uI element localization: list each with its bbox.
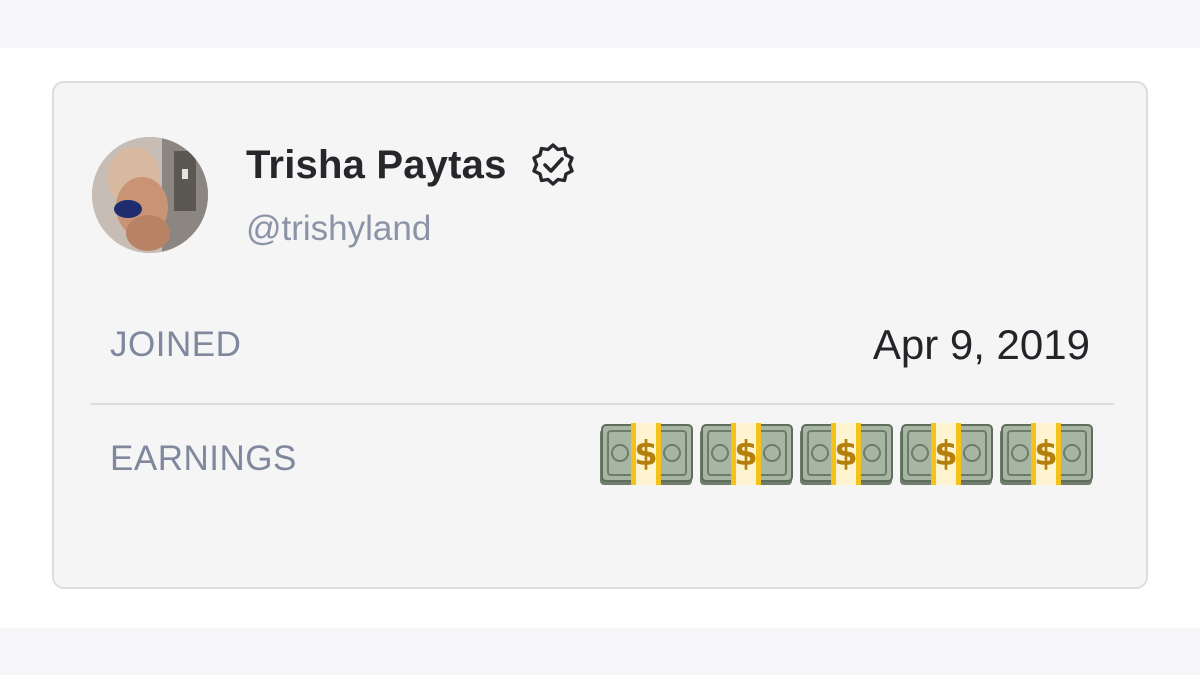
- joined-date: Apr 9, 2019: [872, 321, 1090, 368]
- bottom-separator-band: [0, 628, 1200, 675]
- svg-text:$: $: [734, 434, 758, 474]
- earnings-label: EARNINGS: [110, 439, 297, 478]
- svg-text:$: $: [634, 434, 658, 474]
- name-row: Trisha Paytas: [246, 139, 577, 191]
- avatar[interactable]: [92, 137, 208, 253]
- profile-card: Trisha Paytas @trishyland JOINED Apr 9, …: [52, 81, 1148, 589]
- money-bag-emoji-icon: $: [700, 423, 793, 485]
- top-separator-band: [0, 0, 1200, 48]
- username-handle: @trishyland: [246, 209, 432, 248]
- money-bag-emoji-icon: $: [600, 423, 693, 485]
- earnings-value: $ $ $ $ $: [598, 423, 1094, 489]
- money-bag-emoji-icon: $: [800, 423, 893, 485]
- avatar-photo: [92, 137, 208, 253]
- row-divider: [90, 403, 1114, 405]
- svg-text:$: $: [834, 434, 858, 474]
- money-bag-emoji-icon: $: [900, 423, 993, 485]
- money-bag-emoji-icon: $: [1000, 423, 1093, 485]
- display-name: Trisha Paytas: [246, 142, 507, 187]
- svg-text:$: $: [934, 434, 958, 474]
- svg-text:$: $: [1034, 434, 1058, 474]
- joined-label: JOINED: [110, 325, 242, 364]
- verified-badge-icon: [531, 143, 574, 186]
